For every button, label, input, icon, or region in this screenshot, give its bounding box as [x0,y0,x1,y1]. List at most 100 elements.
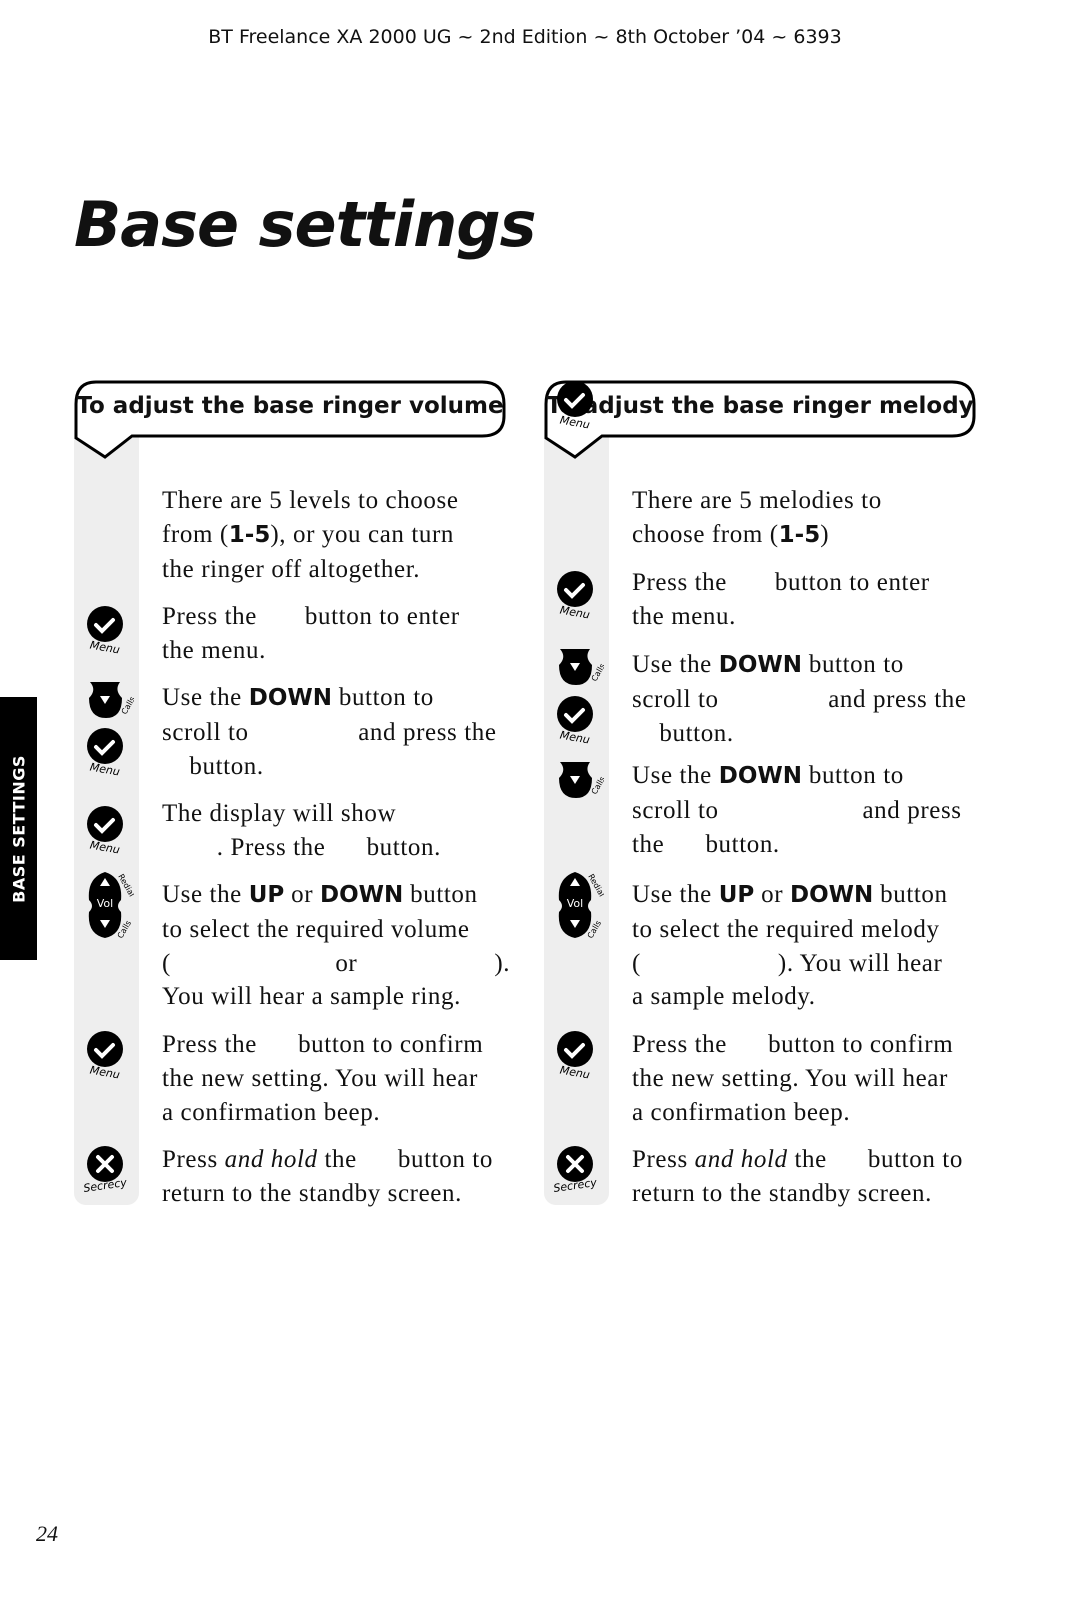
step-text: ) [820,520,830,548]
step-line: Press the button to confirm [162,1028,483,1062]
step-line: a confirmation beep. [632,1096,953,1130]
step-text: Use the [162,684,249,711]
step-line: ( or ). [162,947,510,981]
step-text: DOWN [790,882,874,908]
step-text: button [403,881,478,908]
step-text: Use the [162,881,249,908]
step-text: Press [162,1146,225,1173]
step-text: button to [802,762,904,789]
step-text: a sample melody. [632,983,816,1011]
page-title: Base settings [74,188,537,261]
step-line: There are 5 levels to choose [162,484,459,518]
menu-label: Menu [89,1063,121,1080]
step-text: button. [632,719,734,747]
step-text: a confirmation beep. [162,1098,381,1126]
step-text: return to the standby screen. [632,1179,932,1207]
step-text: scroll to and press [632,796,962,824]
step-text: DOWN [320,882,404,908]
step-line: There are 5 melodies to [632,484,882,518]
instruction-step: Press the button to confirm the new setti… [632,1028,953,1129]
instruction-step: Press the button to enter the menu. [162,600,460,668]
step-line: the menu. [632,600,930,634]
secrecy-button-icon: Secrecy [83,1145,130,1200]
step-line: Press the button to confirm [632,1028,953,1062]
instruction-step: Press the button to enter the menu. [632,566,930,634]
step-line: scroll to and press the [162,716,497,750]
instruction-step: There are 5 levels to choose from (1-5), … [162,484,459,586]
menu-button-icon: Menu [554,570,600,625]
step-line: You will hear a sample ring. [162,980,510,1014]
menu-button-icon: Menu [84,1030,130,1085]
step-line: a confirmation beep. [162,1096,483,1130]
menu-button-icon: Menu [554,1030,600,1085]
step-text: scroll to and press the [632,685,967,713]
step-text: DOWN [718,763,802,789]
running-header: BT Freelance XA 2000 UG ~ 2nd Edition ~ … [208,26,842,48]
step-line: button. [632,717,967,751]
instruction-step: Press and hold the button to return to th… [632,1143,963,1211]
step-text: 1-5 [228,521,271,548]
step-text: There are 5 melodies to [632,487,882,514]
vol-button-icon: Vol Redial Calls [84,870,136,951]
step-text: Press the button to confirm [632,1031,954,1058]
step-text: to select the required volume [162,915,470,943]
step-text: ), or you can turn [270,520,455,548]
step-line: return to the standby screen. [632,1177,963,1211]
step-line: choose from (1-5) [632,518,882,553]
step-text: return to the standby screen. [162,1179,462,1207]
step-line: the button. [632,828,962,862]
instruction-step: Use the UP or DOWN button to select the r… [632,878,948,1014]
page-number: 24 [36,1521,58,1546]
step-line: the menu. [162,634,460,668]
step-line: to select the required melody [632,913,948,947]
step-text: or [284,881,321,908]
step-text: Press [632,1146,695,1173]
instruction-step: Press the button to confirm the new setti… [162,1028,483,1129]
step-text: button. [162,752,264,780]
step-text: button to [332,684,434,711]
step-text: or [754,881,791,908]
step-line: to select the required volume [162,913,510,947]
instruction-step: Use the DOWN button to scroll to and pres… [632,759,962,861]
step-line: Use the UP or DOWN button [162,878,510,913]
step-line: Use the DOWN button to [632,759,962,794]
menu-button-icon: Menu [84,805,130,860]
section-heading: To adjust the base ringer volume [76,393,504,419]
step-line: Use the DOWN button to [632,648,967,683]
step-text: ( ). You will hear [632,949,943,977]
step-text: Press the button to enter [162,603,460,630]
instruction-step: Use the UP or DOWN button to select the r… [162,878,510,1014]
step-line: Press and hold the button to [632,1143,963,1177]
step-text: choose from ( [632,520,779,548]
step-text: button to [802,651,904,678]
step-text: Use the [632,881,719,908]
instruction-step: The display will show . Press the button… [162,797,441,865]
step-line: Press the button to enter [632,566,930,600]
menu-label: Menu [559,728,591,745]
menu-button-icon: Menu [84,605,130,660]
secrecy-label: Secrecy [84,1176,128,1195]
menu-label: Menu [89,760,121,777]
step-line: scroll to and press the [632,683,967,717]
step-text: You will hear a sample ring. [162,983,461,1011]
melody-instructions: To adjust the base ringer melody There ar… [544,380,984,1210]
menu-button-icon: Menu [84,727,130,782]
menu-label: Menu [559,603,591,620]
down-button-icon: Calls [84,680,137,731]
step-line: a sample melody. [632,980,948,1014]
step-text: a confirmation beep. [632,1098,851,1126]
step-text: Use the [632,651,719,678]
step-text: The display will show [162,800,397,827]
step-text: scroll to and press the [162,718,497,746]
step-line: the new setting. You will hear [632,1062,953,1096]
step-text: DOWN [718,652,802,678]
menu-label: Menu [89,838,121,855]
menu-button-icon: Menu [554,695,600,750]
step-text: 1-5 [778,521,821,548]
step-text: UP [248,882,285,908]
instruction-step: Use the DOWN button to scroll to and pres… [632,648,967,750]
section-heading: To adjust the base ringer melody [546,393,974,419]
volume-instructions: To adjust the base ringer volume There ar… [74,380,514,1210]
step-line: Use the UP or DOWN button [632,878,948,913]
down-button-icon: Calls [554,647,607,698]
